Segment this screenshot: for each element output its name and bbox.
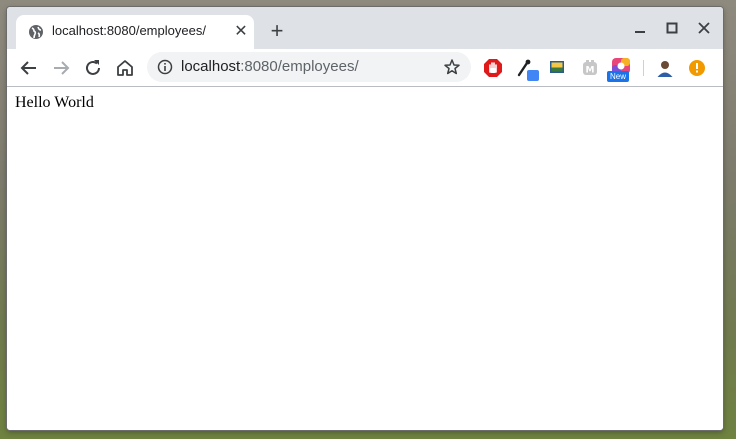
browser-window: localhost:8080/employees/ ✕ + localhost:… — [7, 7, 723, 430]
color-picker-icon[interactable] — [515, 57, 539, 81]
url-text[interactable]: localhost:8080/employees/ — [181, 58, 359, 75]
svg-text:M: M — [586, 66, 595, 76]
picture-icon[interactable] — [546, 57, 568, 79]
url-host: localhost — [181, 58, 241, 75]
home-icon[interactable] — [113, 56, 137, 80]
adblock-hand-icon[interactable] — [482, 57, 504, 79]
toolbar-divider — [643, 60, 644, 76]
close-icon[interactable] — [693, 17, 715, 39]
tab-title: localhost:8080/employees/ — [52, 23, 206, 38]
url-path: :8080/employees/ — [240, 58, 359, 75]
page-body-text: Hello World — [15, 94, 94, 111]
avatar-icon[interactable] — [654, 57, 676, 79]
browser-toolbar: localhost:8080/employees/ M New — [7, 49, 723, 87]
maximize-icon[interactable] — [661, 17, 683, 39]
new-tab-button[interactable]: + — [266, 20, 288, 42]
tab-close-icon[interactable]: ✕ — [232, 23, 250, 41]
new-badge: New — [607, 71, 629, 82]
update-alert-icon[interactable] — [686, 57, 708, 79]
m-extension-icon[interactable]: M — [579, 57, 601, 79]
page-content: Hello World — [7, 87, 723, 430]
back-arrow-icon[interactable] — [17, 56, 41, 80]
tab-employees[interactable]: localhost:8080/employees/ ✕ — [16, 15, 254, 49]
minimize-icon[interactable] — [629, 17, 651, 39]
tab-strip: localhost:8080/employees/ ✕ + — [7, 7, 723, 49]
forward-arrow-icon[interactable] — [49, 56, 73, 80]
globe-icon — [28, 24, 44, 40]
reload-icon[interactable] — [81, 56, 105, 80]
info-icon[interactable] — [157, 59, 173, 75]
star-icon[interactable] — [443, 58, 461, 76]
address-bar[interactable]: localhost:8080/employees/ — [147, 52, 471, 82]
colorful-extension-icon[interactable]: New — [607, 57, 632, 82]
